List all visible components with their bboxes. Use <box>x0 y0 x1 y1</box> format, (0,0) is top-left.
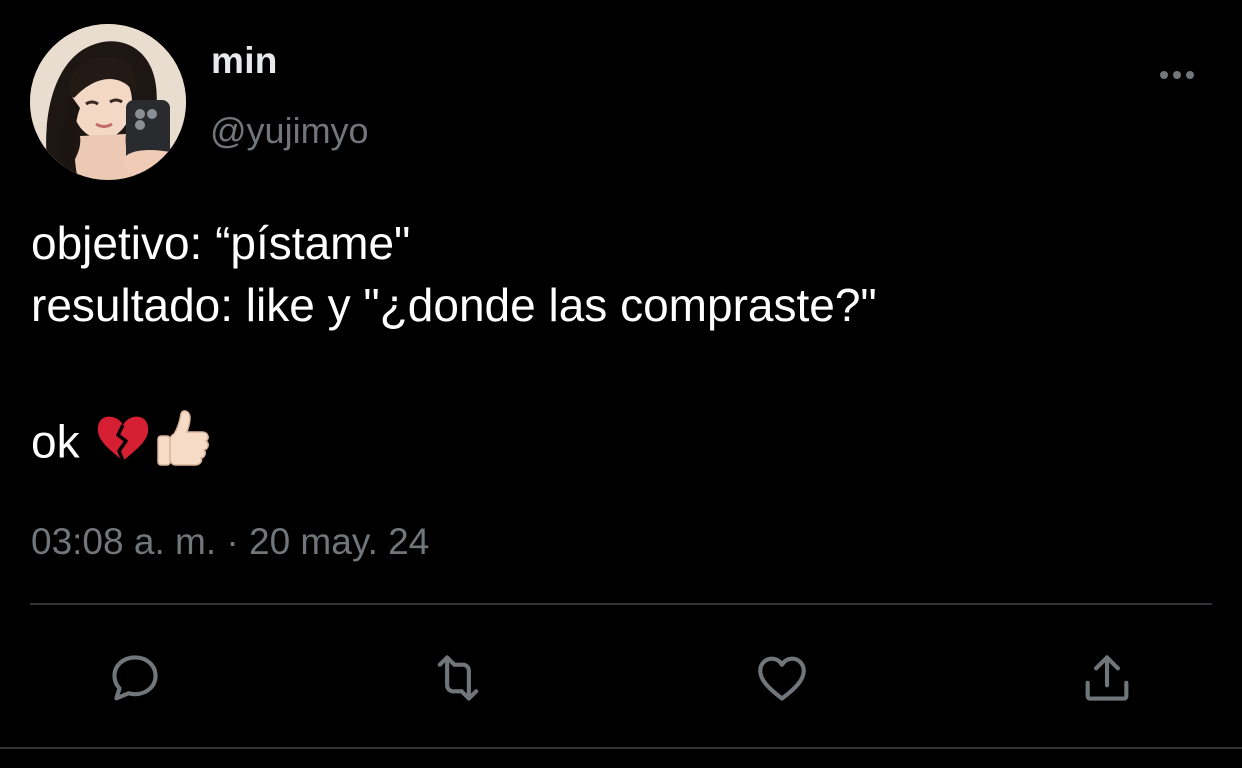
share-icon <box>1085 655 1129 701</box>
display-name[interactable]: min <box>211 40 278 82</box>
tweet-line: ok <box>31 410 1211 481</box>
more-options-button[interactable] <box>1156 60 1200 90</box>
avatar[interactable] <box>30 24 186 180</box>
like-button[interactable] <box>750 646 814 710</box>
tweet-text: objetivo: “pístame" resultado: like y "¿… <box>31 212 1211 481</box>
reply-icon <box>112 655 158 701</box>
tweet-timestamp[interactable]: 03:08 a. m. · 20 may. 24 <box>31 521 429 563</box>
tweet-line: objetivo: “pístame" <box>31 217 411 269</box>
broken-heart-icon <box>96 413 150 478</box>
retweet-icon <box>437 655 479 701</box>
divider <box>0 747 1242 749</box>
divider <box>30 603 1212 605</box>
like-icon <box>758 656 806 701</box>
tweet-detail: min @yujimyo objetivo: “pístame" resulta… <box>0 0 1242 768</box>
tweet-line: resultado: like y "¿donde las compraste?… <box>31 279 877 331</box>
avatar-photo <box>30 24 186 180</box>
share-button[interactable] <box>1075 646 1139 710</box>
reply-button[interactable] <box>103 646 167 710</box>
tweet-line-text: ok <box>31 415 80 468</box>
more-horizontal-icon <box>1160 71 1194 79</box>
user-handle[interactable]: @yujimyo <box>210 110 369 152</box>
retweet-button[interactable] <box>426 646 490 710</box>
thumbs-up-icon <box>156 410 210 481</box>
